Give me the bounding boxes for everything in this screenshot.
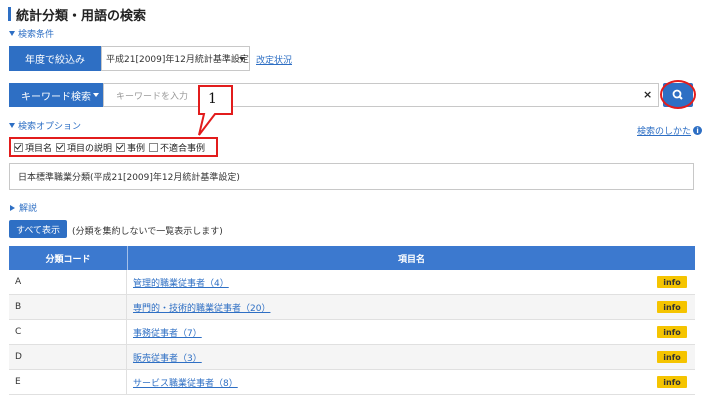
year-select[interactable]: 平成21[2009]年12月統計基準設定 bbox=[101, 46, 250, 71]
show-all-button[interactable]: すべて表示 bbox=[9, 220, 67, 238]
clear-icon[interactable]: × bbox=[643, 88, 652, 101]
header-code: 分類コード bbox=[9, 246, 128, 270]
info-badge[interactable]: info bbox=[657, 351, 687, 363]
search-conditions-toggle[interactable]: 検索条件 bbox=[9, 27, 54, 40]
row-code: B bbox=[9, 295, 127, 319]
table-row: A 管理的職業従事者（4） info bbox=[9, 270, 695, 295]
triangle-right-icon bbox=[10, 205, 15, 211]
checkbox-examples[interactable] bbox=[116, 143, 126, 152]
table-row: D 販売従事者（3） info bbox=[9, 345, 695, 370]
triangle-down-icon bbox=[9, 31, 15, 36]
search-options-toggle[interactable]: 検索オプション bbox=[9, 119, 81, 132]
info-badge[interactable]: info bbox=[657, 376, 687, 388]
title-accent-bar bbox=[8, 7, 11, 21]
dropdown-caret-icon bbox=[93, 93, 99, 97]
checkbox-non-conforming-examples[interactable] bbox=[149, 143, 159, 152]
row-code: C bbox=[9, 320, 127, 344]
keyword-input[interactable]: キーワードを入力 bbox=[103, 83, 659, 107]
table-row: C 事務従事者（7） info bbox=[9, 320, 695, 345]
year-filter-label: 年度で絞込み bbox=[9, 46, 101, 71]
search-button-highlight bbox=[660, 80, 696, 109]
table-row: E サービス職業従事者（8） info bbox=[9, 370, 695, 395]
show-all-note: (分類を集約しないで一覧表示します) bbox=[72, 227, 223, 237]
search-help-link[interactable]: 検索のしかた bbox=[637, 124, 691, 137]
keyword-mode-label: キーワード検索 bbox=[21, 91, 91, 103]
search-help[interactable]: 検索のしかた i bbox=[637, 124, 702, 137]
table-header: 分類コード 項目名 bbox=[9, 246, 695, 270]
row-name-link[interactable]: 販売従事者（3） bbox=[133, 351, 202, 364]
explanation-toggle[interactable]: 解説 bbox=[10, 201, 37, 214]
row-name-link[interactable]: 事務従事者（7） bbox=[133, 326, 202, 339]
triangle-down-icon bbox=[9, 123, 15, 128]
option-label: 項目名 bbox=[25, 144, 53, 154]
option-label: 項目の説明 bbox=[67, 144, 113, 154]
checkbox-item-description[interactable] bbox=[56, 143, 66, 152]
page-title: 統計分類・用語の検索 bbox=[16, 9, 147, 24]
callout-number: 1 bbox=[208, 91, 217, 107]
row-code: A bbox=[9, 270, 127, 294]
keyword-mode-select[interactable]: キーワード検索 bbox=[9, 83, 103, 107]
search-conditions-label: 検索条件 bbox=[18, 30, 55, 40]
option-item-description[interactable]: 項目の説明 bbox=[56, 141, 112, 154]
row-code: E bbox=[9, 370, 127, 394]
table-row: B 専門的・技術的職業従事者（20） info bbox=[9, 295, 695, 320]
row-name-link[interactable]: 専門的・技術的職業従事者（20） bbox=[133, 301, 270, 314]
option-examples[interactable]: 事例 bbox=[116, 141, 145, 154]
row-name-link[interactable]: サービス職業従事者（8） bbox=[133, 376, 238, 389]
row-code: D bbox=[9, 345, 127, 369]
option-item-name[interactable]: 項目名 bbox=[14, 141, 52, 154]
header-name: 項目名 bbox=[397, 254, 425, 265]
row-name-link[interactable]: 管理的職業従事者（4） bbox=[133, 276, 229, 289]
dropdown-caret-icon bbox=[239, 57, 245, 61]
option-non-conforming-examples[interactable]: 不適合事例 bbox=[149, 141, 205, 154]
explanation-label: 解説 bbox=[19, 204, 38, 214]
info-badge[interactable]: info bbox=[657, 276, 687, 288]
option-label: 不適合事例 bbox=[160, 144, 206, 154]
info-badge[interactable]: info bbox=[657, 301, 687, 313]
classification-table: 分類コード 項目名 A 管理的職業従事者（4） info B 専門的・技術的職業従… bbox=[9, 246, 695, 395]
info-badge[interactable]: info bbox=[657, 326, 687, 338]
revision-status-link[interactable]: 改定状況 bbox=[256, 53, 292, 66]
search-options-group: 項目名 項目の説明 事例 不適合事例 bbox=[14, 141, 209, 154]
info-circle-icon: i bbox=[693, 126, 702, 135]
checkbox-item-name[interactable] bbox=[14, 143, 23, 152]
option-label: 事例 bbox=[127, 144, 146, 154]
search-options-label: 検索オプション bbox=[18, 122, 82, 132]
classification-name-box: 日本標準職業分類(平成21[2009]年12月統計基準設定) bbox=[9, 163, 694, 190]
year-select-value: 平成21[2009]年12月統計基準設定 bbox=[106, 55, 249, 65]
